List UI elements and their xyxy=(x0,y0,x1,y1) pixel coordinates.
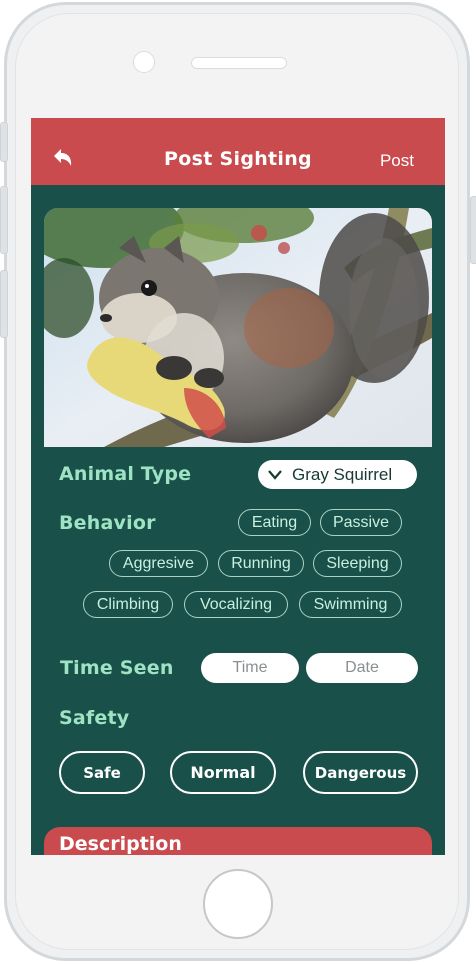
date-input[interactable]: Date xyxy=(306,653,418,683)
app-header: Post Sighting Post xyxy=(31,118,445,185)
post-button[interactable]: Post xyxy=(380,151,414,171)
side-button-volume-down xyxy=(0,270,8,338)
behavior-chip-passive[interactable]: Passive xyxy=(320,509,402,536)
time-seen-label: Time Seen xyxy=(60,657,174,679)
animal-photo[interactable] xyxy=(44,208,432,447)
description-section[interactable]: Description xyxy=(44,827,432,855)
safety-normal-button[interactable]: Normal xyxy=(170,751,276,794)
behavior-chip-sleeping[interactable]: Sleeping xyxy=(313,550,402,577)
home-button[interactable] xyxy=(203,869,273,939)
time-input[interactable]: Time xyxy=(201,653,299,683)
behavior-chip-aggresive[interactable]: Aggresive xyxy=(109,550,208,577)
behavior-chip-climbing[interactable]: Climbing xyxy=(83,591,173,618)
behavior-chip-vocalizing[interactable]: Vocalizing xyxy=(184,591,288,618)
app-screen: Post Sighting Post Animal Type Gray Squi… xyxy=(31,118,445,855)
safety-dangerous-button[interactable]: Dangerous xyxy=(303,751,418,794)
description-title: Description xyxy=(59,833,182,855)
animal-type-label: Animal Type xyxy=(59,463,192,485)
animal-type-select[interactable]: Gray Squirrel xyxy=(258,460,417,489)
side-button-volume-up xyxy=(0,186,8,254)
behavior-label: Behavior xyxy=(59,512,156,534)
safety-label: Safety xyxy=(59,707,130,729)
side-button-upper xyxy=(0,122,8,162)
squirrel-image xyxy=(44,208,432,447)
front-camera xyxy=(133,51,155,73)
earpiece-speaker xyxy=(191,57,287,69)
animal-type-value: Gray Squirrel xyxy=(292,464,393,484)
chevron-down-icon xyxy=(268,469,284,480)
side-button-power xyxy=(470,196,476,264)
safety-safe-button[interactable]: Safe xyxy=(59,751,145,794)
behavior-chip-swimming[interactable]: Swimming xyxy=(299,591,402,618)
behavior-chip-running[interactable]: Running xyxy=(218,550,304,577)
behavior-chip-eating[interactable]: Eating xyxy=(238,509,311,536)
